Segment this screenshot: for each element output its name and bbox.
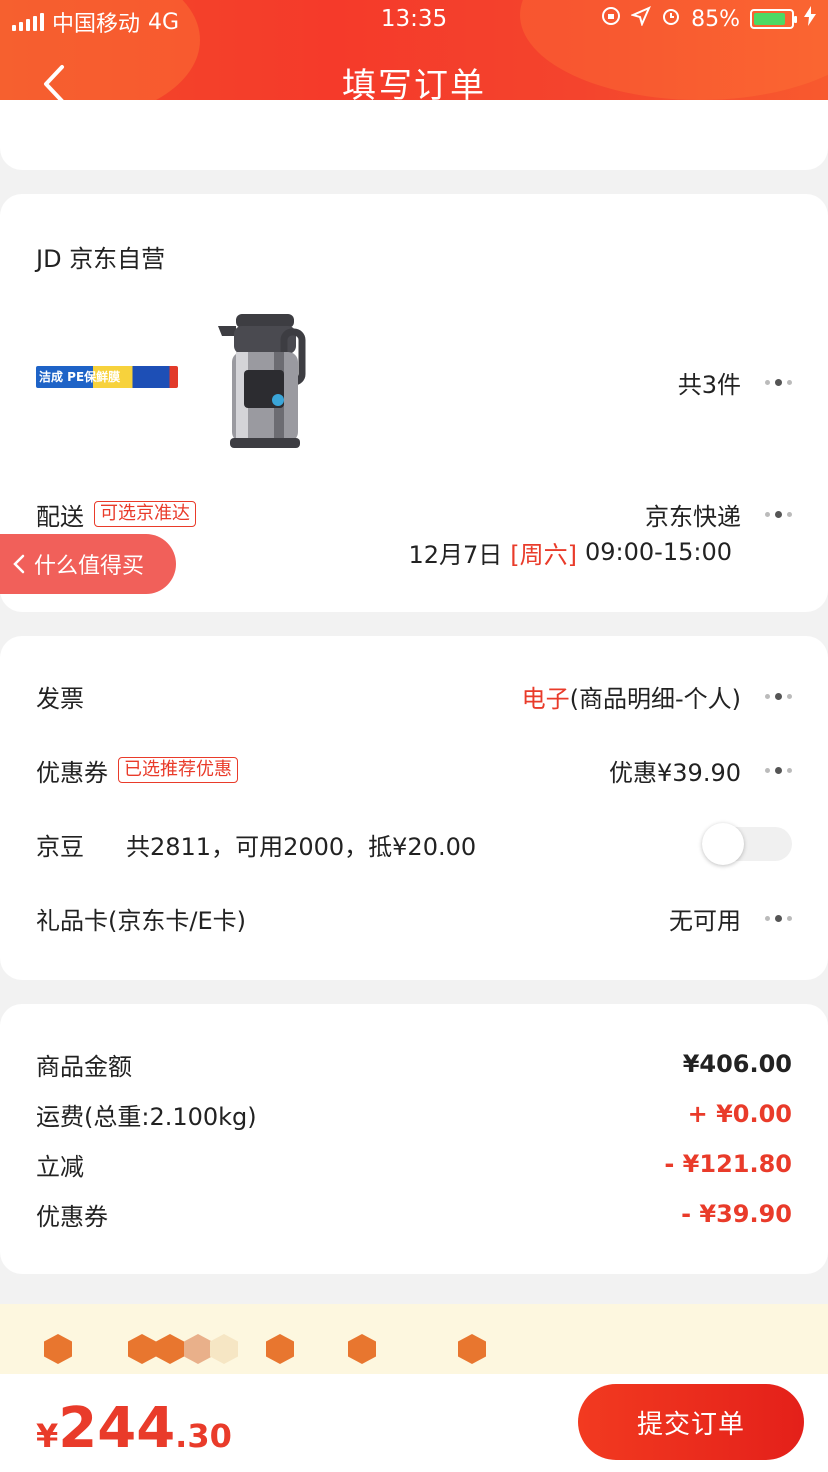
summary-row: 运费(总重:2.100kg) + ¥0.00	[36, 1094, 792, 1134]
invoice-label: 发票	[36, 684, 84, 713]
summary-value: - ¥121.80	[664, 1150, 792, 1178]
invoice-type: 电子	[521, 684, 570, 713]
footer-bar: ¥ 244 .30 提交订单	[0, 1374, 828, 1472]
gift-card-value: 无可用	[669, 906, 741, 935]
hexagon-decoration	[44, 1334, 72, 1364]
summary-value: - ¥39.90	[681, 1200, 792, 1228]
summary-row: 优惠券 - ¥39.90	[36, 1194, 792, 1234]
smzdm-label: 什么值得买	[34, 554, 145, 579]
jingdou-label: 京豆	[36, 832, 84, 861]
hexagon-decoration	[128, 1334, 156, 1364]
summary-label: 运费(总重:2.100kg)	[36, 1102, 257, 1131]
more-icon	[765, 766, 792, 774]
coupon-label: 优惠券	[36, 758, 108, 787]
store-header: JD 京东自营	[36, 236, 792, 276]
invoice-detail: (商品明细-个人)	[569, 684, 741, 713]
charging-icon	[804, 6, 816, 32]
summary-card: 商品金额 ¥406.00 运费(总重:2.100kg) + ¥0.00 立减 -…	[0, 1004, 828, 1274]
jingdou-row: 京豆 共2811，可用2000，抵¥20.00	[36, 823, 792, 865]
status-bar: 中国移动 4G 13:35 85%	[0, 6, 828, 37]
total-decimal: .30	[175, 1417, 232, 1455]
currency-symbol: ¥	[36, 1417, 59, 1455]
coupon-value: 优惠¥39.90	[609, 758, 741, 787]
summary-label: 商品金额	[36, 1052, 132, 1081]
product-count-row[interactable]: 共3件	[36, 362, 792, 402]
gift-card-row[interactable]: 礼品卡(京东卡/E卡) 无可用	[36, 898, 792, 938]
summary-label: 优惠券	[36, 1202, 108, 1231]
summary-row: 立减 - ¥121.80	[36, 1144, 792, 1184]
more-icon	[765, 914, 792, 922]
options-card: 发票 电子 (商品明细-个人) 优惠券 已选推荐优惠 优惠¥39.90 京豆 共…	[0, 636, 828, 980]
smzdm-float-button[interactable]: 什么值得买	[0, 534, 176, 594]
coupon-tag: 已选推荐优惠	[118, 757, 238, 783]
store-name: JD 京东自营	[36, 244, 166, 273]
promo-banner	[0, 1304, 828, 1374]
summary-label: 立减	[36, 1152, 84, 1181]
hexagon-decoration	[156, 1334, 184, 1364]
address-card[interactable]	[0, 100, 828, 170]
coupon-row[interactable]: 优惠券 已选推荐优惠 优惠¥39.90	[36, 750, 792, 790]
jingdou-detail: 共2811，可用2000，抵¥20.00	[126, 832, 477, 861]
total-price: ¥ 244 .30	[36, 1396, 232, 1461]
product-count: 共3件	[677, 370, 741, 399]
more-icon	[765, 510, 792, 518]
delivery-time-range: 09:00-15:00	[585, 538, 732, 566]
location-icon	[630, 6, 652, 32]
jingdou-toggle[interactable]	[702, 823, 792, 865]
battery-percent: 85%	[691, 6, 740, 32]
delivery-carrier: 京东快递	[645, 502, 741, 531]
summary-value: + ¥0.00	[687, 1100, 792, 1128]
battery-icon	[750, 9, 797, 29]
invoice-row[interactable]: 发票 电子 (商品明细-个人)	[36, 676, 792, 716]
delivery-weekday: [周六]	[510, 540, 577, 569]
delivery-label: 配送	[36, 502, 84, 531]
hexagon-decoration	[210, 1334, 238, 1364]
summary-row: 商品金额 ¥406.00	[36, 1044, 792, 1084]
hexagon-decoration	[266, 1334, 294, 1364]
chevron-left-icon	[13, 554, 25, 574]
summary-value: ¥406.00	[682, 1050, 792, 1078]
gift-card-label: 礼品卡(京东卡/E卡)	[36, 906, 246, 935]
hexagon-decoration	[184, 1334, 212, 1364]
hexagon-decoration	[458, 1334, 486, 1364]
delivery-date: 12月7日	[408, 540, 503, 569]
toggle-knob	[702, 823, 744, 865]
hexagon-decoration	[348, 1334, 376, 1364]
delivery-row[interactable]: 配送 可选京准达 京东快递	[36, 494, 792, 534]
delivery-tag: 可选京准达	[94, 501, 196, 527]
alarm-icon	[661, 6, 681, 32]
total-integer: 244	[58, 1396, 176, 1461]
rotation-lock-icon	[601, 6, 621, 32]
more-icon	[765, 378, 792, 386]
more-icon	[765, 692, 792, 700]
submit-order-button[interactable]: 提交订单	[578, 1384, 804, 1460]
